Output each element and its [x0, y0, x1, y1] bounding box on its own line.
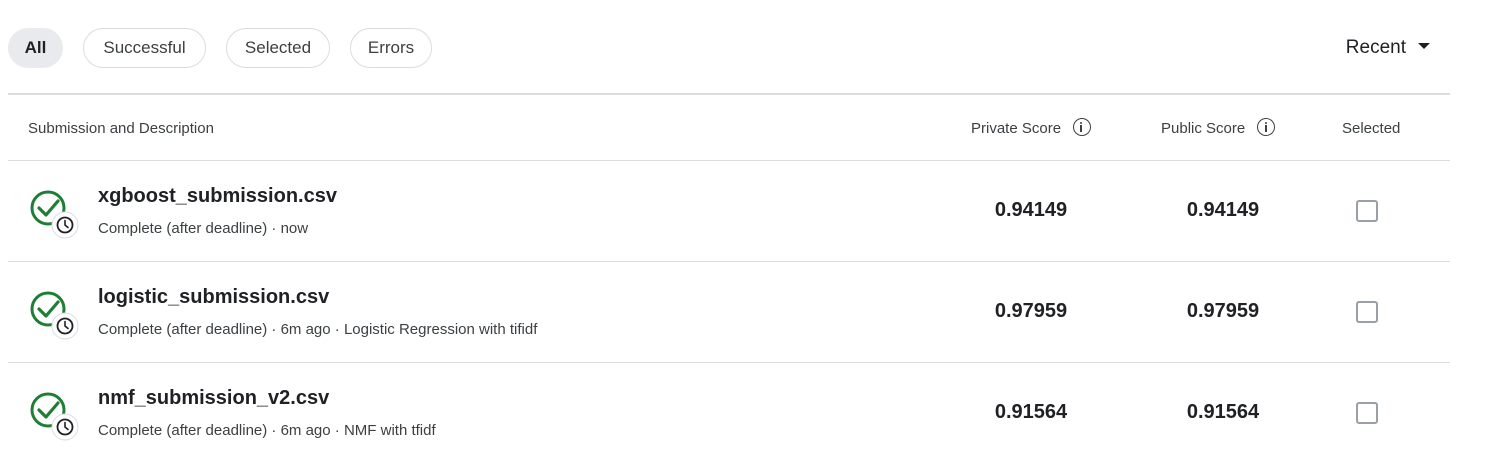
private-score: 0.97959 — [994, 300, 1068, 322]
info-icon[interactable] — [1073, 118, 1092, 137]
submission-meta: Complete (after deadline) · now — [98, 220, 309, 237]
submission-meta: Complete (after deadline) · 6m ago · Log… — [98, 321, 538, 338]
selected-checkbox[interactable] — [1356, 301, 1378, 323]
sort-dropdown[interactable]: Recent — [1346, 28, 1430, 68]
public-score: 0.91564 — [1186, 401, 1260, 423]
header-submission: Submission and Description — [28, 120, 214, 137]
header-public-score-label: Public Score — [1161, 120, 1246, 137]
submissions-table: Submission and Description Private Score… — [8, 93, 1450, 464]
header-public-score: Public Score — [1161, 118, 1276, 138]
public-score: 0.97959 — [1186, 300, 1260, 322]
check-clock-icon — [30, 190, 79, 239]
info-icon[interactable] — [1257, 118, 1276, 137]
filter-selected-chip[interactable]: Selected — [226, 28, 330, 68]
private-score: 0.91564 — [994, 401, 1068, 423]
sort-label: Recent — [1345, 37, 1406, 58]
submission-file-name[interactable]: nmf_submission_v2.csv — [98, 387, 329, 410]
table-row: nmf_submission_v2.csv Complete (after de… — [8, 363, 1450, 464]
table-row: xgboost_submission.csv Complete (after d… — [8, 161, 1450, 262]
filter-successful-chip[interactable]: Successful — [83, 28, 206, 68]
caret-down-icon — [1418, 42, 1430, 49]
header-selected: Selected — [1342, 120, 1401, 137]
submission-file-name[interactable]: logistic_submission.csv — [98, 286, 329, 309]
filter-bar: All Successful Selected Errors Recent — [8, 28, 1450, 68]
header-private-score: Private Score — [971, 118, 1092, 138]
check-clock-icon — [30, 291, 79, 340]
submission-meta: Complete (after deadline) · 6m ago · NMF… — [98, 422, 436, 439]
table-row: logistic_submission.csv Complete (after … — [8, 262, 1450, 363]
header-private-score-label: Private Score — [971, 120, 1062, 137]
public-score: 0.94149 — [1186, 199, 1260, 221]
check-clock-icon — [30, 392, 79, 441]
submission-file-name[interactable]: xgboost_submission.csv — [98, 185, 337, 208]
selected-checkbox[interactable] — [1356, 402, 1378, 424]
private-score: 0.94149 — [994, 199, 1068, 221]
table-header: Submission and Description Private Score… — [8, 93, 1450, 161]
filter-errors-chip[interactable]: Errors — [350, 28, 432, 68]
selected-checkbox[interactable] — [1356, 200, 1378, 222]
filter-all-chip[interactable]: All — [8, 28, 63, 68]
